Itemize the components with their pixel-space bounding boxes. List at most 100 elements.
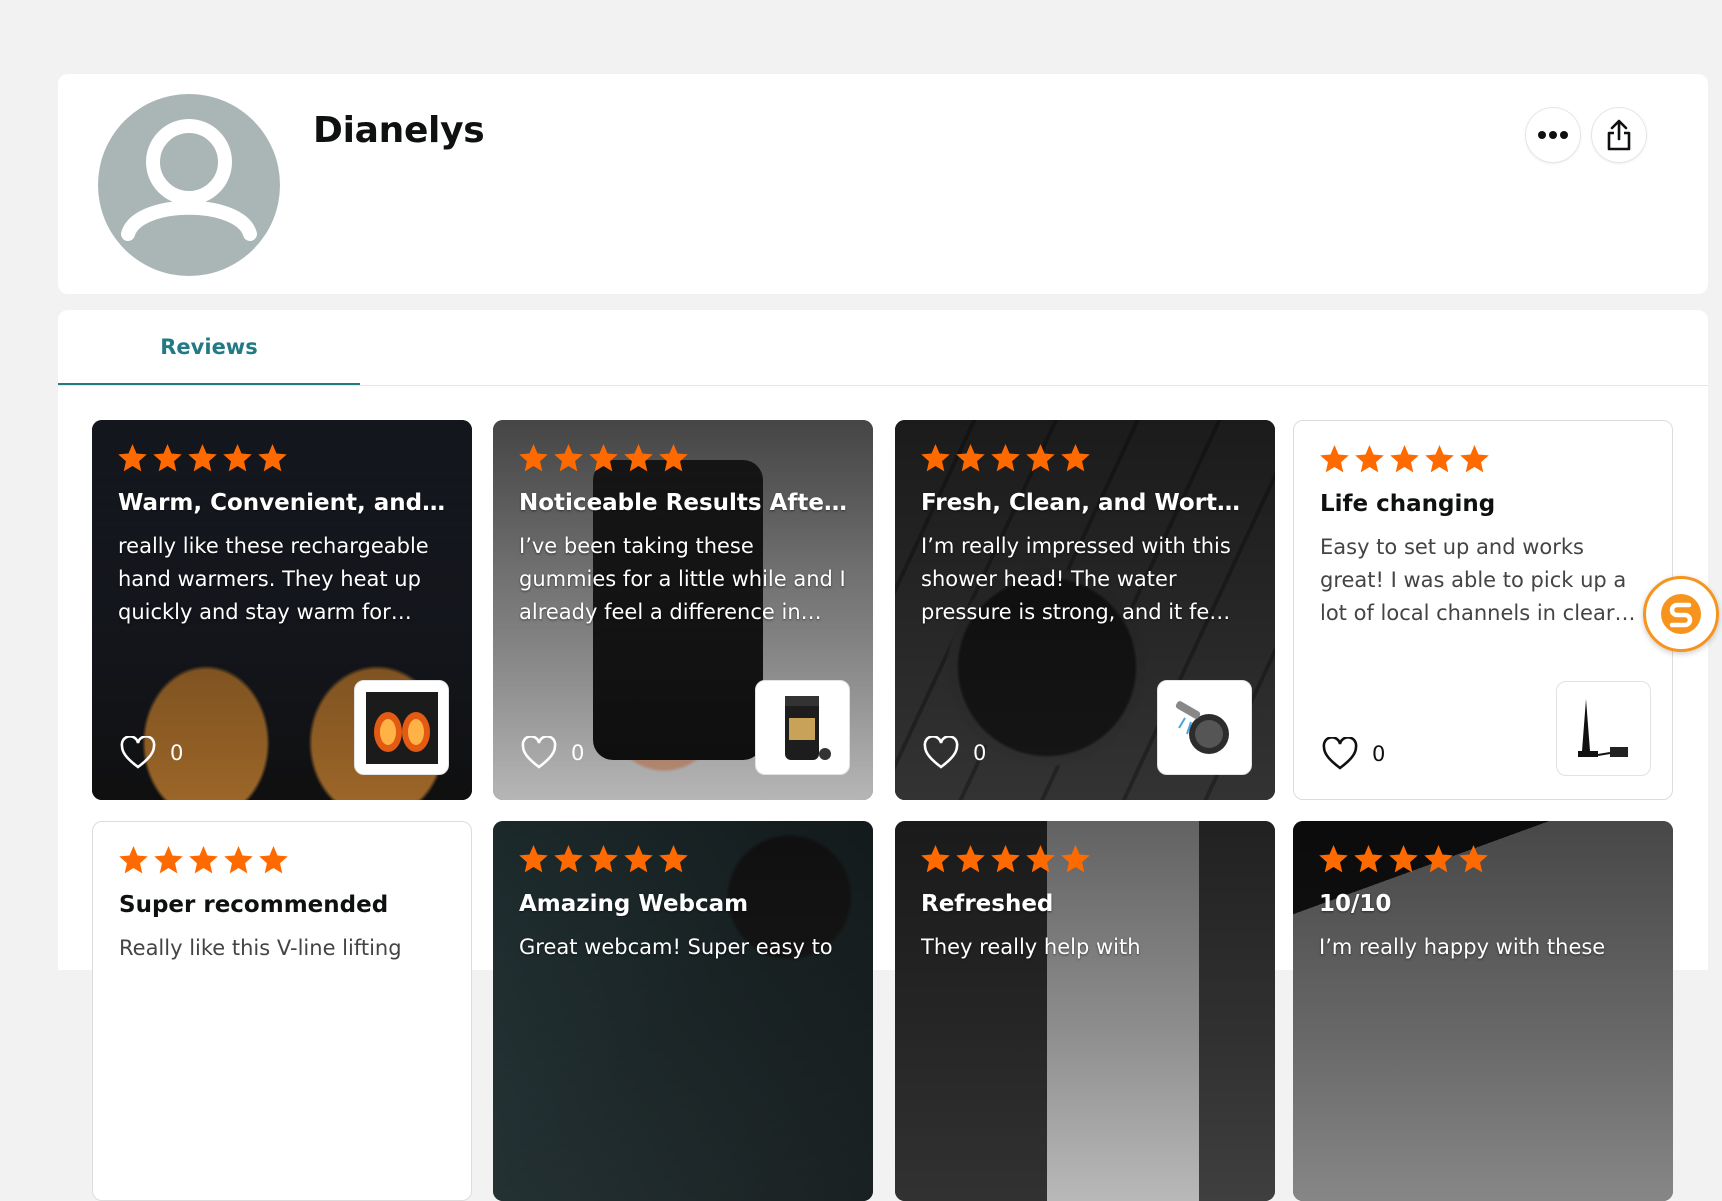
review-card[interactable]: Warm, Convenient, and ... really like th…: [92, 420, 472, 800]
star-icon: [921, 444, 950, 472]
review-title: Life changing: [1320, 491, 1496, 517]
photo-shade: [895, 821, 1275, 1201]
star-rating: [919, 442, 1092, 474]
product-thumbnail[interactable]: [1157, 680, 1252, 775]
star-rating: [517, 843, 690, 875]
review-card[interactable]: Refreshed They really help with: [895, 821, 1275, 1201]
review-title: Fresh, Clean, and Worth It!: [921, 490, 1251, 516]
review-title: Super recommended: [119, 892, 389, 918]
shilajit-jar-thumbnail-icon: [784, 695, 831, 760]
review-card[interactable]: Super recommended Really like this V-lin…: [92, 821, 472, 1201]
tab-reviews[interactable]: Reviews: [58, 310, 360, 386]
heart-icon: [1322, 737, 1358, 770]
avatar: [98, 94, 280, 276]
hand-warmers-thumbnail-icon: [365, 691, 438, 764]
review-title: Refreshed: [921, 891, 1054, 917]
tab-divider: [58, 385, 1708, 386]
star-icon: [1390, 445, 1419, 473]
product-thumbnail[interactable]: [755, 680, 850, 775]
star-icon: [991, 845, 1020, 873]
star-icon: [1320, 445, 1349, 473]
star-icon: [956, 444, 985, 472]
star-rating: [1317, 843, 1490, 875]
like-count: 0: [170, 741, 184, 765]
star-rating: [517, 442, 690, 474]
like-button[interactable]: 0: [120, 736, 183, 770]
review-card[interactable]: Amazing Webcam Great webcam! Super easy …: [493, 821, 873, 1201]
default-user-icon: [121, 119, 257, 241]
star-icon: [1319, 845, 1348, 873]
profile-name: Dianelys: [313, 110, 485, 151]
review-body: I’m really impressed with this shower he…: [921, 534, 1231, 624]
star-icon: [956, 845, 985, 873]
star-icon: [1026, 444, 1055, 472]
star-rating: [1318, 443, 1491, 475]
star-rating: [117, 844, 290, 876]
star-icon: [259, 846, 288, 874]
review-title: 10/10: [1319, 891, 1392, 917]
star-icon: [118, 444, 147, 472]
star-icon: [624, 444, 653, 472]
star-rating: [116, 442, 289, 474]
review-card[interactable]: Life changing Easy to set up and works g…: [1293, 420, 1673, 800]
review-body: They really help with: [921, 935, 1141, 959]
profile-header: Dianelys: [58, 74, 1708, 294]
review-title: Noticeable Results After ...: [519, 490, 849, 516]
star-icon: [1061, 845, 1090, 873]
heart-icon: [923, 736, 959, 769]
review-body: I’m really happy with these: [1319, 935, 1606, 959]
product-thumbnail[interactable]: [1556, 681, 1651, 776]
star-icon: [519, 845, 548, 873]
star-icon: [1459, 845, 1488, 873]
star-icon: [589, 845, 618, 873]
star-icon: [119, 846, 148, 874]
star-icon: [223, 444, 252, 472]
star-rating: [919, 843, 1092, 875]
heart-icon: [521, 736, 557, 769]
review-body: Great webcam! Super easy to: [519, 935, 833, 959]
star-icon: [554, 444, 583, 472]
star-icon: [624, 845, 653, 873]
star-icon: [1424, 845, 1453, 873]
star-icon: [554, 845, 583, 873]
like-count: 0: [1372, 742, 1386, 766]
review-body: Really like this V-line lifting: [119, 936, 402, 960]
star-icon: [589, 444, 618, 472]
like-button[interactable]: 0: [923, 736, 986, 770]
like-button[interactable]: 0: [521, 736, 584, 770]
star-icon: [1026, 845, 1055, 873]
review-card[interactable]: Fresh, Clean, and Worth It! I’m really i…: [895, 420, 1275, 800]
ellipsis-icon: [1538, 131, 1568, 139]
star-icon: [1061, 444, 1090, 472]
like-count: 0: [571, 741, 585, 765]
review-card[interactable]: 10/10 I’m really happy with these: [1293, 821, 1673, 1201]
star-icon: [659, 444, 688, 472]
floating-extension-button[interactable]: [1643, 576, 1719, 652]
more-options-button[interactable]: [1526, 108, 1580, 162]
review-body: really like these rechargeable hand warm…: [118, 534, 429, 624]
share-button[interactable]: [1592, 108, 1646, 162]
review-title: Warm, Convenient, and ...: [118, 490, 448, 516]
share-icon: [1607, 119, 1631, 151]
star-icon: [519, 444, 548, 472]
star-icon: [1355, 445, 1384, 473]
photo-shade: [493, 821, 873, 1201]
heart-icon: [120, 736, 156, 769]
star-icon: [659, 845, 688, 873]
star-icon: [153, 444, 182, 472]
star-icon: [188, 444, 217, 472]
like-count: 0: [973, 741, 987, 765]
star-icon: [154, 846, 183, 874]
review-body: I’ve been taking these gummies for a lit…: [519, 534, 846, 624]
shower-head-thumbnail-icon: [1175, 700, 1229, 754]
review-body: Easy to set up and works great! I was ab…: [1320, 535, 1636, 625]
star-icon: [1425, 445, 1454, 473]
product-thumbnail[interactable]: [354, 680, 449, 775]
like-button[interactable]: 0: [1322, 737, 1385, 771]
star-icon: [224, 846, 253, 874]
star-icon: [991, 444, 1020, 472]
review-card[interactable]: Noticeable Results After ... I’ve been t…: [493, 420, 873, 800]
star-icon: [189, 846, 218, 874]
tv-antenna-thumbnail-icon: [1577, 698, 1628, 757]
photo-shade: [1293, 821, 1673, 1201]
